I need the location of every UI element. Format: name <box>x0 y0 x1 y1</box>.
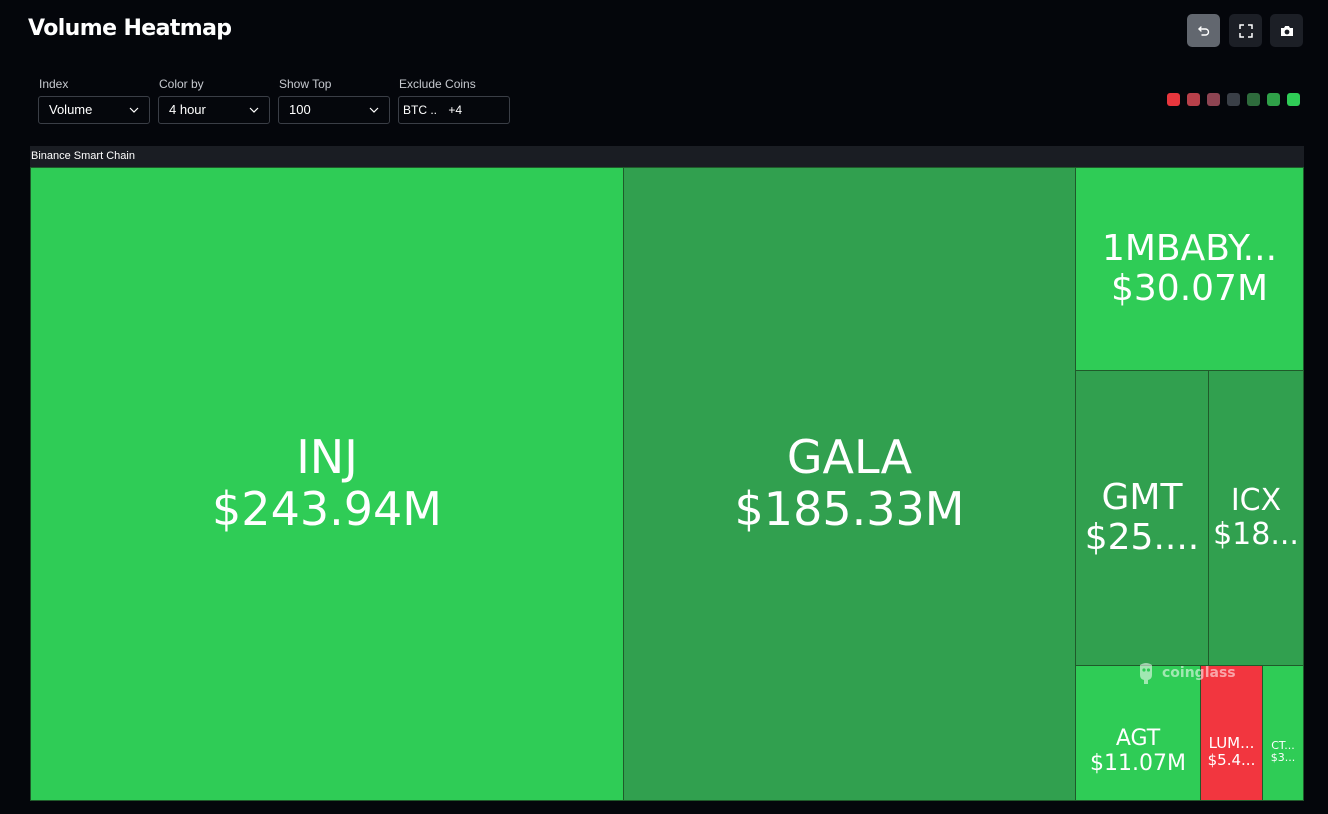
legend-swatch <box>1247 93 1260 106</box>
index-select[interactable]: Volume <box>38 96 150 124</box>
tile-symbol: AGT <box>1115 726 1161 752</box>
tile-value: $30.07M <box>1110 268 1269 309</box>
coinglass-watermark: coinglass <box>1136 661 1236 685</box>
legend-swatch <box>1227 93 1240 106</box>
reset-button[interactable] <box>1187 14 1220 47</box>
tile-1mbaby[interactable]: 1MBABY... $30.07M <box>1075 167 1304 371</box>
legend-swatch <box>1207 93 1220 106</box>
legend-swatch <box>1267 93 1280 106</box>
exclude-more-count: +4 <box>448 103 463 117</box>
show-top-filter: Show Top 100 <box>278 76 390 124</box>
tile-value: $25.... <box>1084 517 1200 558</box>
tile-value: $18... <box>1213 517 1299 552</box>
legend-swatch <box>1167 93 1180 106</box>
chevron-down-icon <box>129 107 139 113</box>
fullscreen-button[interactable] <box>1229 14 1262 47</box>
index-value: Volume <box>49 102 93 117</box>
exclude-coins-select[interactable]: BTC .. +4 <box>398 96 510 124</box>
show-top-select[interactable]: 100 <box>278 96 390 124</box>
tile-symbol: INJ <box>296 430 358 485</box>
chevron-down-icon <box>249 107 259 113</box>
chevron-down-icon <box>369 107 379 113</box>
color-by-label: Color by <box>159 77 204 91</box>
tile-symbol: GMT <box>1101 476 1183 518</box>
exclude-coins-filter: Exclude Coins BTC .. +4 <box>398 76 510 124</box>
tile-agt[interactable]: AGT $11.07M <box>1075 665 1201 801</box>
legend-swatch <box>1287 93 1300 106</box>
tile-value: $11.07M <box>1090 751 1186 776</box>
color-by-select[interactable]: 4 hour <box>158 96 270 124</box>
tile-value: $3... <box>1270 751 1296 764</box>
undo-icon <box>1197 25 1209 36</box>
show-top-label: Show Top <box>279 77 332 91</box>
screenshot-button[interactable] <box>1270 14 1303 47</box>
watermark-text: coinglass <box>1162 665 1236 681</box>
tile-ct[interactable]: CT... $3... <box>1262 665 1304 801</box>
tile-value: $185.33M <box>734 482 965 536</box>
index-filter: Index Volume <box>38 76 150 124</box>
tile-inj[interactable]: INJ $243.94M <box>30 167 624 801</box>
color-by-value: 4 hour <box>169 102 206 117</box>
tile-lum[interactable]: LUM... $5.4... <box>1200 665 1263 801</box>
tile-symbol: GALA <box>786 430 913 485</box>
show-top-value: 100 <box>289 102 311 117</box>
legend-swatch <box>1187 93 1200 106</box>
tile-gmt[interactable]: GMT $25.... <box>1075 370 1209 666</box>
tile-value: $5.4... <box>1207 751 1256 769</box>
camera-icon <box>1280 25 1293 36</box>
fullscreen-icon <box>1238 23 1253 38</box>
exclude-tag: BTC .. <box>403 103 438 117</box>
tile-symbol: LUM... <box>1208 734 1255 753</box>
tile-symbol: ICX <box>1230 483 1282 519</box>
tile-symbol: 1MBABY... <box>1101 227 1278 269</box>
color-by-filter: Color by 4 hour <box>158 76 270 124</box>
tile-value: $243.94M <box>212 482 442 536</box>
group-header: Binance Smart Chain <box>30 146 1304 167</box>
tile-icx[interactable]: ICX $18... <box>1208 370 1304 666</box>
index-label: Index <box>39 77 69 91</box>
color-legend <box>1167 93 1300 106</box>
coinglass-logo-icon <box>1140 663 1152 684</box>
page-title: Volume Heatmap <box>28 16 232 41</box>
exclude-coins-label: Exclude Coins <box>399 77 476 91</box>
tile-gala[interactable]: GALA $185.33M <box>623 167 1076 801</box>
